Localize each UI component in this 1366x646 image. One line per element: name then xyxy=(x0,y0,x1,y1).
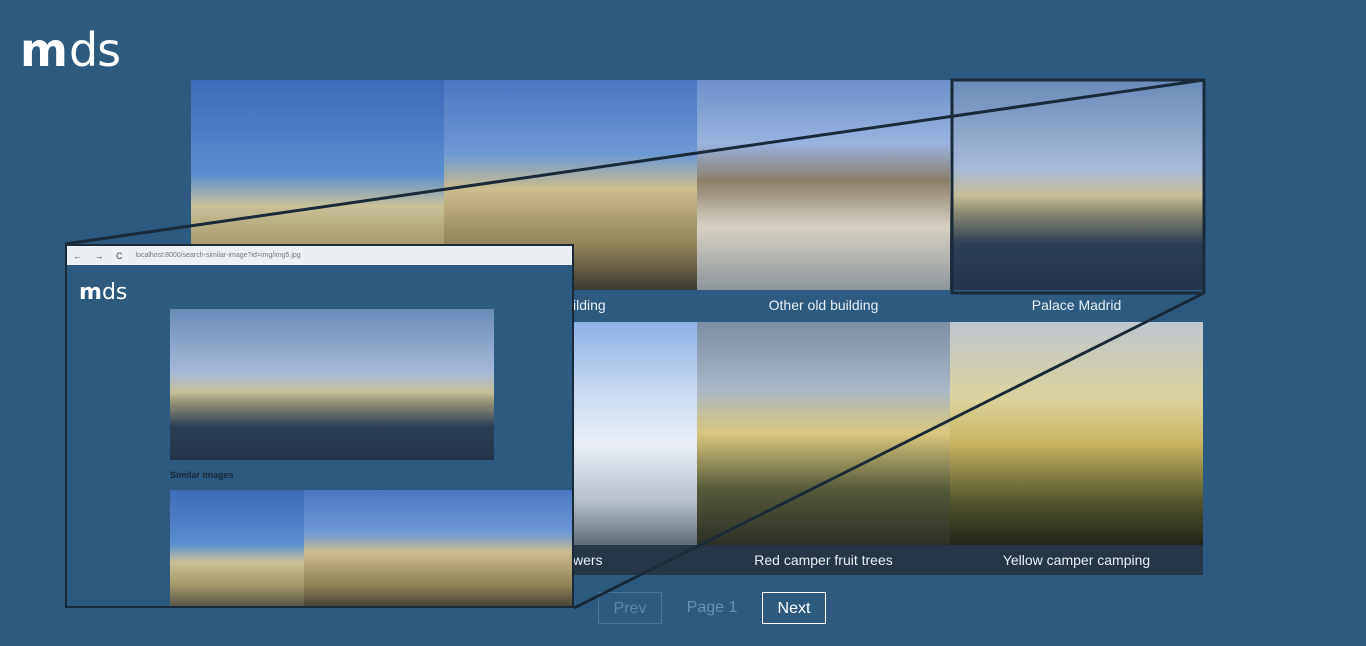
inset-logo[interactable]: mds xyxy=(79,280,127,305)
similar-image-thumb[interactable] xyxy=(304,490,438,606)
query-image xyxy=(170,309,494,460)
similar-image-thumb[interactable] xyxy=(438,490,572,606)
connector-line-top xyxy=(64,78,1205,246)
inset-logo-m: m xyxy=(79,280,102,305)
address-bar[interactable]: localhost:8000/search-similar-image?id=i… xyxy=(136,252,301,259)
similar-image-thumb[interactable] xyxy=(170,490,304,606)
similar-images-label: Similar images xyxy=(170,470,234,480)
inset-screenshot: ← → C localhost:8000/search-similar-imag… xyxy=(65,244,574,608)
connector-line-bottom xyxy=(573,291,1205,610)
browser-nav-icons[interactable]: ← → C xyxy=(73,251,128,261)
inset-logo-ds: ds xyxy=(101,280,128,305)
browser-toolbar: ← → C localhost:8000/search-similar-imag… xyxy=(67,246,572,265)
